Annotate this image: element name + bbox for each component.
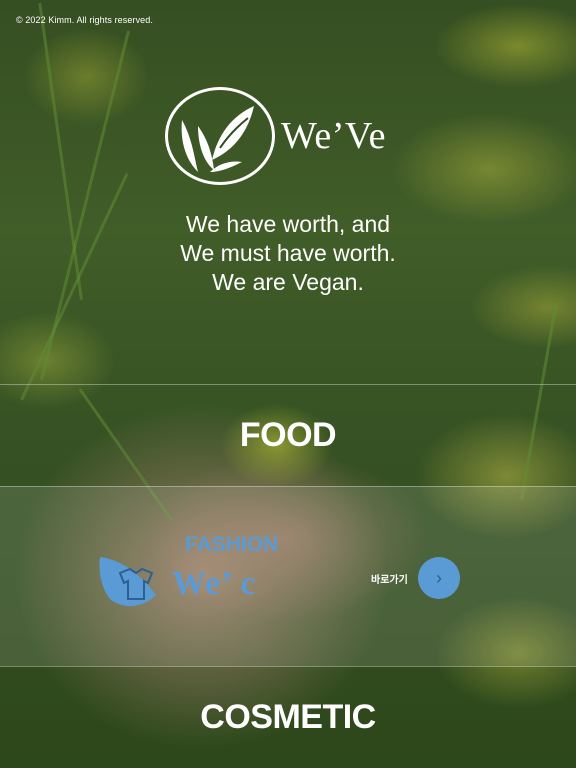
- copyright-text: © 2022 Kimm. All rights reserved.: [16, 15, 153, 25]
- tagline-line-1: We have worth, and: [185, 211, 391, 237]
- fashion-logo-text: We’ c: [172, 565, 257, 602]
- tagline-line-2: We must have worth.: [180, 240, 396, 266]
- cosmetic-label: COSMETIC: [200, 698, 376, 736]
- category-cosmetic[interactable]: COSMETIC: [0, 666, 576, 768]
- category-food[interactable]: FOOD: [0, 384, 576, 486]
- tshirt-leaf-icon: [98, 553, 168, 616]
- goto-button[interactable]: ›: [418, 557, 460, 599]
- brand-logo[interactable]: We’Ve: [165, 86, 415, 186]
- fashion-brand-logo: We’ c: [98, 555, 268, 613]
- category-fashion[interactable]: FASHION We’ c 바로가기 ›: [0, 486, 576, 666]
- goto-label[interactable]: 바로가기: [371, 571, 408, 586]
- tagline: We have worth, and We must have worth. W…: [0, 210, 576, 297]
- tagline-line-3: We are Vegan.: [212, 269, 364, 295]
- fashion-title: FASHION: [185, 533, 279, 556]
- chevron-right-icon: ›: [436, 568, 442, 588]
- brand-name: We’Ve: [281, 115, 386, 157]
- leaf-w-emblem-icon: [165, 87, 275, 185]
- food-label: FOOD: [239, 416, 337, 454]
